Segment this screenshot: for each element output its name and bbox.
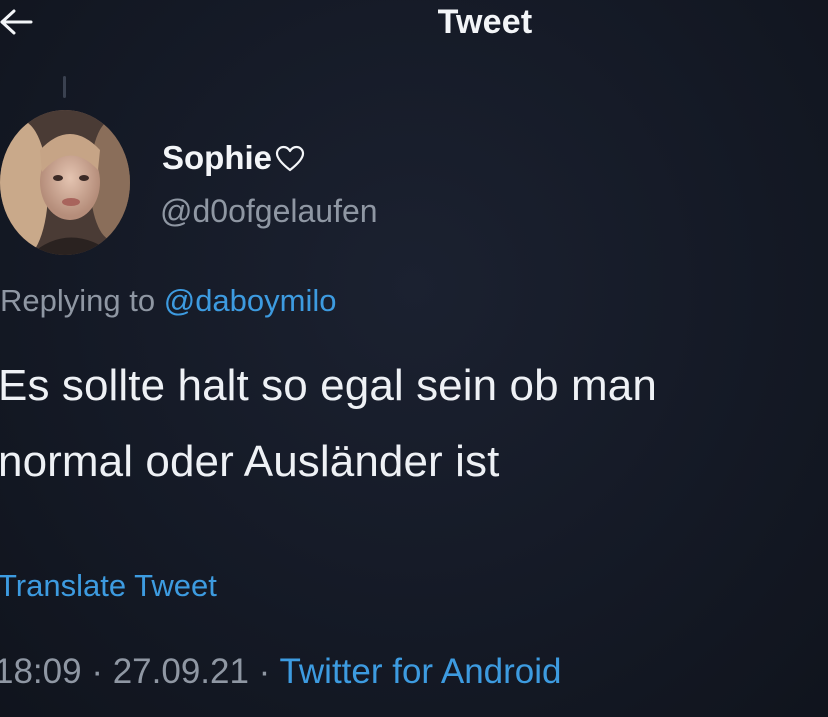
translate-tweet-link[interactable]: Translate Tweet xyxy=(0,565,217,607)
tweet-detail-screen: Tweet Sophie @d0ofgelaufen Replying to @… xyxy=(0,0,828,717)
author-display-name: Sophie xyxy=(162,139,273,176)
thread-connector-line xyxy=(63,76,66,98)
replying-to: Replying to @daboymilo xyxy=(0,280,337,322)
heart-outline-icon xyxy=(275,140,305,184)
avatar[interactable] xyxy=(0,110,130,255)
tweet-meta: 18:09 · 27.09.21 · Twitter for Android xyxy=(0,648,562,696)
tweet-time: 18:09 xyxy=(0,652,82,691)
reply-mention-link[interactable]: @daboymilo xyxy=(164,283,337,318)
header-bar: Tweet xyxy=(0,0,828,48)
meta-separator: · xyxy=(248,652,280,691)
author-handle[interactable]: @d0ofgelaufen xyxy=(160,190,378,232)
tweet-text-line-1: Es sollte halt so egal sein ob man xyxy=(0,361,657,410)
page-title: Tweet xyxy=(437,3,533,41)
meta-separator: · xyxy=(81,652,113,691)
author-name[interactable]: Sophie xyxy=(162,136,305,184)
tweet-source-link[interactable]: Twitter for Android xyxy=(279,652,561,691)
tweet-text-line-2: normal oder Ausländer ist xyxy=(0,437,500,486)
replying-to-label: Replying to xyxy=(0,283,156,318)
tweet-date: 27.09.21 xyxy=(112,652,249,691)
